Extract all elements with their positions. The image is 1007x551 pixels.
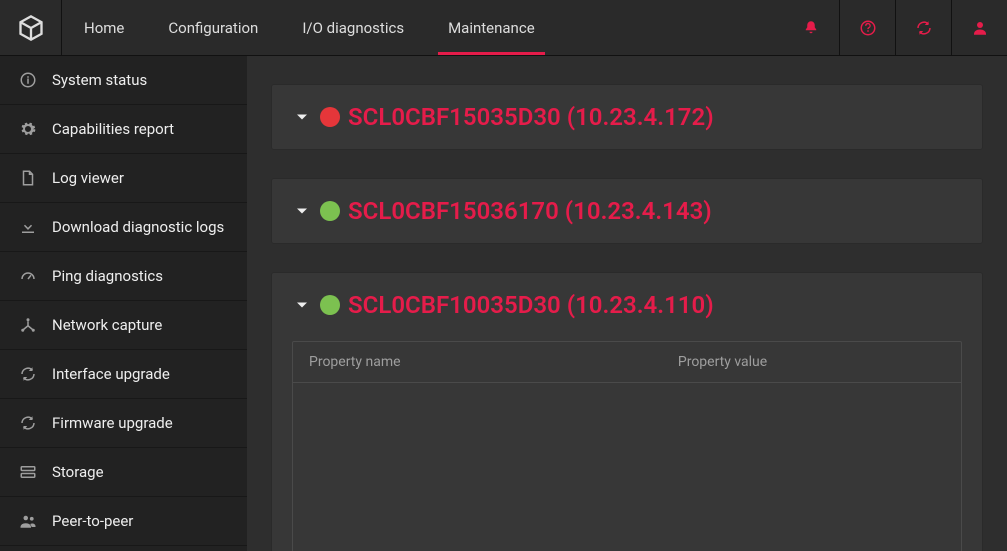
- refresh-button[interactable]: [895, 0, 951, 55]
- status-dot-red: [320, 107, 340, 127]
- top-actions: [783, 0, 1007, 55]
- bell-icon: [802, 19, 820, 37]
- refresh-icon: [18, 364, 38, 384]
- main-content: SCL0CBF15035D30 (10.23.4.172) SCL0CBF150…: [247, 56, 1007, 551]
- refresh-icon: [18, 413, 38, 433]
- logo-icon: [17, 14, 45, 42]
- table-row: Product type Synergis Cloud Link G2: [293, 383, 961, 551]
- sidebar-item-label: Ping diagnostics: [52, 267, 163, 285]
- sidebar-item-interface-upgrade[interactable]: Interface upgrade: [0, 350, 247, 399]
- help-button[interactable]: [839, 0, 895, 55]
- question-icon: [859, 19, 877, 37]
- alerts-button[interactable]: [783, 0, 839, 55]
- sidebar-item-peer-to-peer[interactable]: Peer-to-peer: [0, 497, 247, 546]
- sidebar-item-storage[interactable]: Storage: [0, 448, 247, 497]
- sidebar-item-label: Log viewer: [52, 169, 124, 187]
- tab-configuration[interactable]: Configuration: [146, 0, 280, 55]
- unit-header[interactable]: SCL0CBF10035D30 (10.23.4.110): [292, 291, 962, 319]
- tab-maintenance[interactable]: Maintenance: [426, 0, 557, 55]
- user-button[interactable]: [951, 0, 1007, 55]
- gear-icon: [18, 119, 38, 139]
- download-icon: [18, 217, 38, 237]
- user-icon: [971, 19, 989, 37]
- unit-label: SCL0CBF15035D30 (10.23.4.172): [348, 103, 714, 131]
- status-dot-green: [320, 295, 340, 315]
- sidebar-item-label: Download diagnostic logs: [52, 218, 224, 236]
- tab-home[interactable]: Home: [62, 0, 146, 55]
- table-header-name: Property name: [309, 354, 678, 370]
- sidebar-item-capabilities[interactable]: Capabilities report: [0, 105, 247, 154]
- unit-panel: SCL0CBF15036170 (10.23.4.143): [271, 178, 983, 244]
- chevron-down-icon: [292, 201, 312, 221]
- unit-panel-expanded: SCL0CBF10035D30 (10.23.4.110) Property n…: [271, 272, 983, 551]
- property-table: Property name Property value Product typ…: [292, 341, 962, 551]
- file-icon: [18, 168, 38, 188]
- sidebar-item-firmware-upgrade[interactable]: Firmware upgrade: [0, 399, 247, 448]
- unit-header[interactable]: SCL0CBF15035D30 (10.23.4.172): [292, 103, 962, 131]
- sidebar-item-label: Capabilities report: [52, 120, 174, 138]
- sidebar-item-label: Storage: [52, 463, 104, 481]
- table-header-row: Property name Property value: [293, 342, 961, 383]
- sidebar: System status Capabilities report Log vi…: [0, 56, 247, 551]
- users-icon: [18, 511, 38, 531]
- sidebar-item-download-logs[interactable]: Download diagnostic logs: [0, 203, 247, 252]
- unit-label: SCL0CBF10035D30 (10.23.4.110): [348, 291, 714, 319]
- unit-header[interactable]: SCL0CBF15036170 (10.23.4.143): [292, 197, 962, 225]
- sidebar-item-label: Firmware upgrade: [52, 414, 173, 432]
- sidebar-item-label: Peer-to-peer: [52, 512, 133, 530]
- table-header-value: Property value: [678, 354, 945, 370]
- refresh-icon: [915, 19, 933, 37]
- gauge-icon: [18, 266, 38, 286]
- sidebar-item-label: Network capture: [52, 316, 162, 334]
- chevron-down-icon: [292, 107, 312, 127]
- sidebar-item-log-viewer[interactable]: Log viewer: [0, 154, 247, 203]
- app-logo[interactable]: [0, 0, 62, 55]
- sidebar-item-ping[interactable]: Ping diagnostics: [0, 252, 247, 301]
- sidebar-item-system-status[interactable]: System status: [0, 56, 247, 105]
- unit-panel: SCL0CBF15035D30 (10.23.4.172): [271, 84, 983, 150]
- tab-io-diagnostics[interactable]: I/O diagnostics: [280, 0, 426, 55]
- unit-label: SCL0CBF15036170 (10.23.4.143): [348, 197, 712, 225]
- sidebar-item-label: Interface upgrade: [52, 365, 170, 383]
- chevron-down-icon: [292, 295, 312, 315]
- storage-icon: [18, 462, 38, 482]
- status-dot-green: [320, 201, 340, 221]
- info-icon: [18, 70, 38, 90]
- network-icon: [18, 315, 38, 335]
- sidebar-item-label: System status: [52, 71, 147, 89]
- topbar: Home Configuration I/O diagnostics Maint…: [0, 0, 1007, 56]
- sidebar-item-network-capture[interactable]: Network capture: [0, 301, 247, 350]
- top-tabs: Home Configuration I/O diagnostics Maint…: [62, 0, 557, 55]
